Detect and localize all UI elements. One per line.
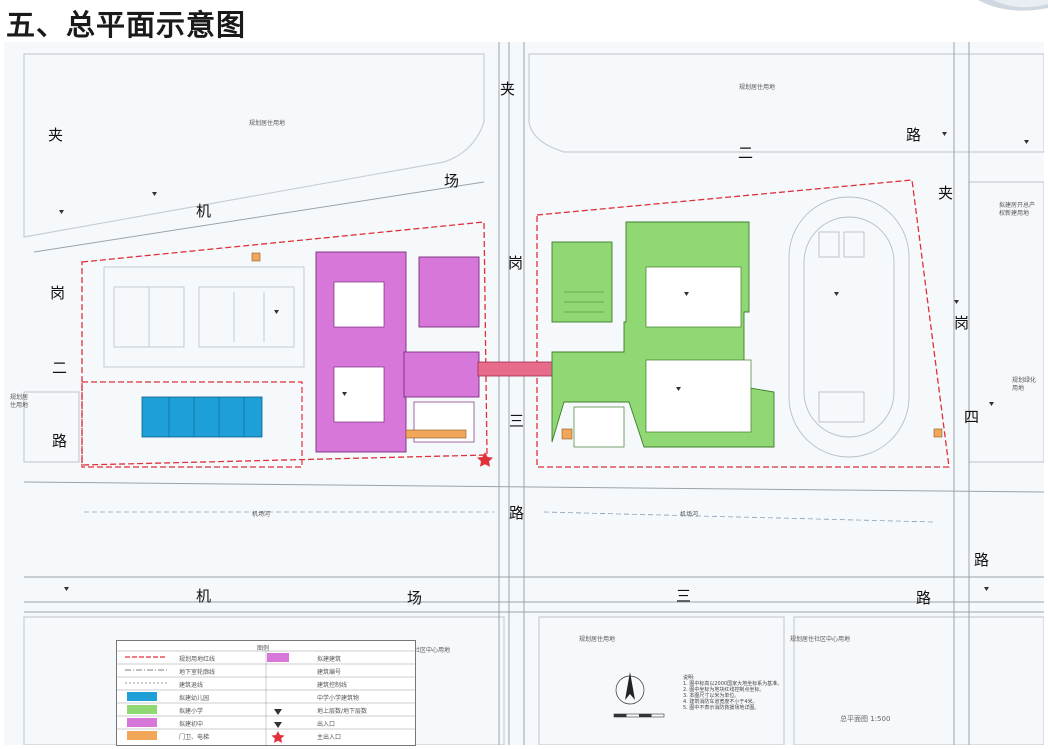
- legend-label: 建筑退线: [179, 682, 204, 689]
- road-char-bottom-lu: 路: [916, 589, 932, 607]
- legend-label: 拟建小学: [179, 708, 204, 715]
- header: 五、总平面示意图: [0, 0, 1048, 42]
- road-char-right-lu: 路: [974, 551, 990, 569]
- road-char-left-er: 二: [52, 359, 68, 377]
- legend-label: 规划用地红线: [179, 656, 216, 663]
- label-north-residential-east: 规划居住用地: [739, 84, 776, 91]
- label-east-green: 规划绿化用地: [1012, 377, 1037, 392]
- road-char-diag-chang: 场: [444, 172, 460, 190]
- road-char-right-gang: 岗: [954, 314, 970, 332]
- label-river-left: 机场河: [252, 511, 271, 518]
- label-river-right: 机场河: [680, 511, 699, 518]
- road-char-bottom-san: 三: [676, 587, 692, 605]
- legend-label: 拟建初中: [179, 721, 204, 728]
- legend-right-label: 建筑控制线: [317, 682, 348, 689]
- scale-title: 总平面图 1:500: [840, 715, 891, 723]
- bridge-corridor: [477, 361, 559, 377]
- road-char-mid-gang: 岗: [508, 254, 524, 272]
- road-char-left-jia: 夹: [48, 126, 64, 144]
- facility-building-gate: [251, 252, 261, 262]
- legend-label: 地下室轮廓线: [179, 669, 216, 676]
- road-char-mid-lu: 路: [509, 504, 525, 522]
- legend-right-label: 拟建建筑: [317, 656, 342, 663]
- legend-grid: [117, 650, 415, 745]
- label-west-land: 规划居住用地: [10, 394, 29, 409]
- facility-building-field: [933, 428, 943, 438]
- road-char-left-gang: 岗: [50, 284, 66, 302]
- road-char-mid-san: 三: [509, 412, 525, 430]
- legend-right-label: 地上层数/地下层数: [317, 708, 368, 715]
- legend-right-label: 中学小学建筑物: [317, 695, 360, 702]
- road-char-left-lu: 路: [52, 432, 68, 450]
- corner-decoration: [978, 0, 1048, 11]
- road-char-top-jia: 夹: [500, 80, 516, 98]
- legend-right-label: 主出入口: [317, 734, 342, 741]
- legend-title: 图例: [257, 645, 270, 652]
- facility-building: [405, 429, 467, 439]
- road-char-right-si: 四: [964, 408, 980, 426]
- road-char-top-er: 二: [738, 144, 754, 162]
- legend-right-label: 建筑编号: [317, 669, 342, 676]
- label-south-mid: 规划居住用地: [579, 636, 616, 643]
- legend-label: 拟建幼儿园: [179, 695, 210, 702]
- road-char-right-jia: 夹: [938, 184, 954, 202]
- legend-right-label: 出入口: [317, 721, 336, 728]
- facility-building-east: [561, 428, 573, 440]
- label-south-right: 规划居住社区中心用地: [790, 636, 851, 643]
- label-north-residential: 规划居住用地: [249, 120, 286, 127]
- notes: 说明: 1. 图中标高以2000国家大地坐标系为基准。 2. 图中坐标为地块红线…: [683, 675, 843, 725]
- road-char-diag-ji: 机: [196, 202, 212, 220]
- road-char-bottom-chang: 场: [407, 589, 423, 607]
- page-title: 五、总平面示意图: [6, 8, 247, 42]
- road-char-bottom-ji: 机: [196, 587, 212, 605]
- legend: 图例 规划用地红线 地下室轮廓线 建筑退线 拟建幼儿园 拟建小学 拟建初中 门卫…: [116, 640, 416, 746]
- road-char-top-lu: 路: [906, 126, 922, 144]
- legend-label: 门卫、电梯: [179, 734, 210, 741]
- label-east-land: 拟建房开总产权新建用地: [999, 202, 1036, 217]
- note-line: 5. 图中不表示消防救援场地详图。: [683, 705, 760, 711]
